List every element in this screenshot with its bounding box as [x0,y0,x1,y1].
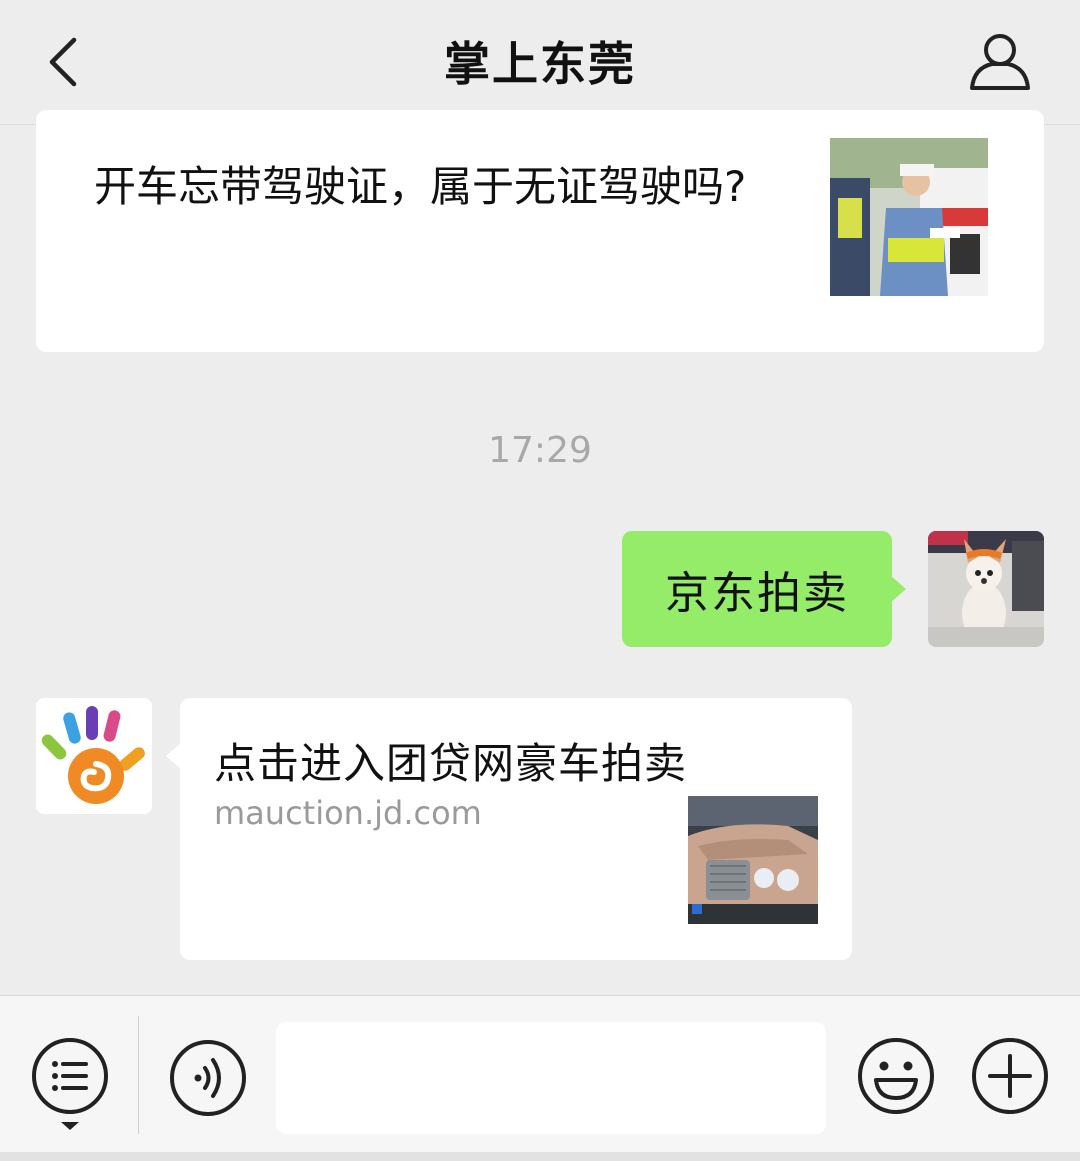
article-card[interactable]: 开车忘带驾驶证，属于无证驾驶吗? [36,110,1044,352]
bottom-edge [0,1152,1080,1161]
person-icon[interactable] [962,30,1038,94]
voice-icon[interactable] [168,1038,248,1118]
emoji-icon[interactable] [856,1036,936,1116]
official-account-avatar[interactable] [36,698,152,814]
link-card-url: mauction.jd.com [214,794,482,832]
message-input[interactable] [276,1022,826,1134]
user-avatar[interactable] [928,531,1044,647]
chat-header: 掌上东莞 [0,0,1080,125]
article-thumbnail [830,138,988,296]
outgoing-message-bubble[interactable]: 京东拍卖 [622,531,906,647]
link-card-thumbnail [688,796,818,924]
list-menu-icon[interactable] [30,1034,110,1134]
article-title: 开车忘带驾驶证，属于无证驾驶吗? [94,162,747,211]
hand-logo-icon [41,706,145,804]
plus-icon[interactable] [970,1036,1050,1116]
input-divider [138,1016,139,1134]
link-card[interactable]: 点击进入团贷网豪车拍卖 mauction.jd.com [166,698,852,960]
chat-title: 掌上东莞 [444,37,636,91]
message-timestamp: 17:29 [488,430,592,471]
chat-input-bar [0,995,1080,1161]
link-card-title: 点击进入团贷网豪车拍卖 [214,739,688,788]
